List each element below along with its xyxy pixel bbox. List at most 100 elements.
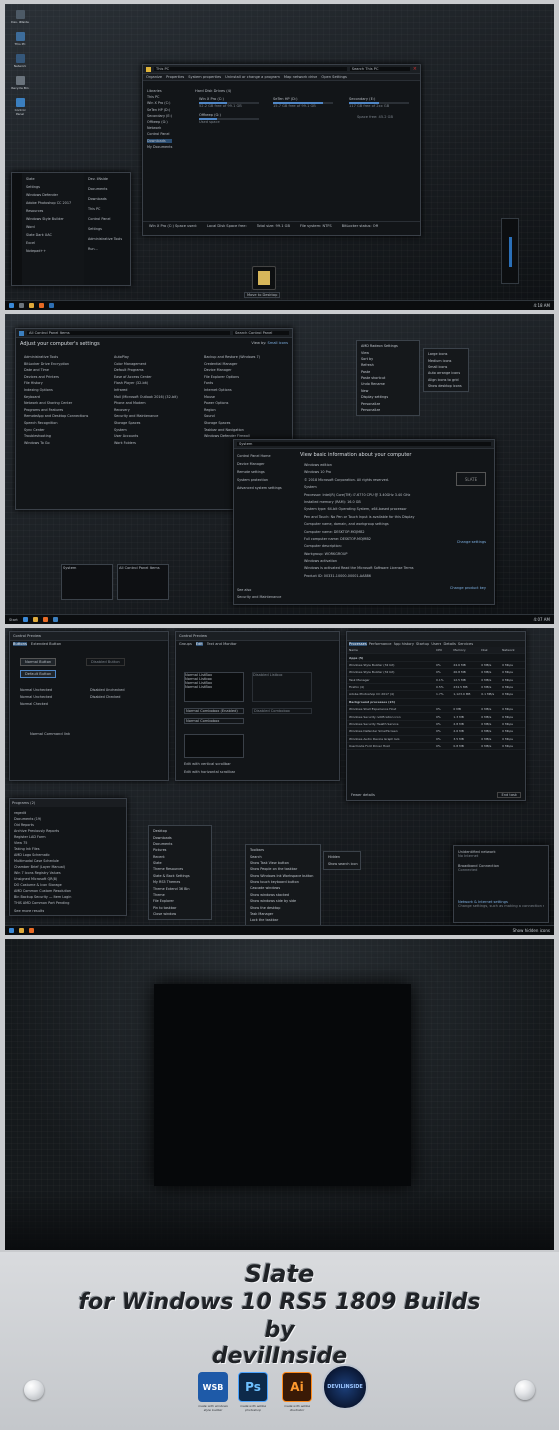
volume-slider[interactable] — [508, 237, 512, 267]
start-place[interactable]: Settings — [88, 227, 126, 231]
start-label[interactable]: Start — [9, 618, 18, 622]
search-result-item[interactable]: Win 7 Icons Registry Values — [14, 871, 71, 875]
tab-text[interactable]: Text and Monitor — [207, 642, 237, 646]
view-submenu-item[interactable]: Show desktop icons — [424, 383, 468, 389]
start-place[interactable]: Administrative Tools — [88, 237, 126, 241]
nav-item[interactable]: Secondary (E:) — [147, 114, 172, 118]
nav-item[interactable]: Control Panel — [147, 132, 172, 136]
tm-tab[interactable]: Startup — [416, 642, 429, 646]
radio[interactable]: Normal Checked — [20, 702, 52, 706]
cp-item[interactable]: RemoteApp and Desktop Connections — [24, 414, 88, 418]
search-result-item[interactable]: Archive Previously Reports — [14, 829, 71, 833]
clock[interactable]: 4:07 AM — [534, 617, 550, 622]
firefox-icon[interactable] — [29, 928, 34, 933]
cp-item[interactable]: Taskbar and Navigation — [204, 428, 260, 432]
tab-buttons[interactable]: Buttons — [13, 642, 27, 646]
cp-item[interactable]: Sound — [204, 414, 260, 418]
cp-item[interactable]: Infrared — [114, 388, 178, 392]
view-by-select[interactable]: Small icons — [268, 341, 288, 345]
cp-item[interactable]: Devices and Printers — [24, 375, 88, 379]
cp-item[interactable]: Color Management — [114, 362, 178, 366]
start-item[interactable]: Windows Style Builder — [26, 217, 80, 221]
sys-nav-item[interactable]: Advanced system settings — [237, 486, 289, 490]
search-result-item[interactable]: Bin Backup Security — Item Login — [14, 895, 71, 899]
firefox-icon[interactable] — [42, 617, 48, 622]
cp-item[interactable]: Backup and Restore (Windows 7) — [204, 355, 260, 359]
cp-item[interactable]: Network and Sharing Center — [24, 401, 88, 405]
nav-item[interactable]: My Documents — [147, 145, 172, 149]
start-place[interactable]: Downloads — [88, 197, 126, 201]
listbox[interactable]: Normal ListBox Normal Listbox Normal Lis… — [184, 672, 244, 702]
desktop-icon-user[interactable]: Dev. ilNside — [11, 10, 29, 24]
control-panel-icon[interactable] — [52, 617, 58, 622]
drag-item-thumbnail[interactable] — [252, 266, 276, 290]
explorer-icon[interactable] — [29, 303, 34, 308]
tm-process-row[interactable]: Firefox (4) 0.5% 234.5 MB 0 MB/s 0 Mbps — [347, 684, 525, 692]
tm-process-row[interactable]: Windows Shell Experience Host 0% 0 MB 0 MB/… — [347, 706, 525, 714]
cp-item[interactable]: Date and Time — [24, 368, 88, 372]
cp-item[interactable]: Security and Maintenance — [114, 414, 178, 418]
search-result-item[interactable]: Chamber Brief (Layer Manual) — [14, 865, 71, 869]
cmd-system-properties[interactable]: System properties — [188, 75, 221, 79]
cp-item[interactable]: Phone and Modem — [114, 401, 178, 405]
start-item[interactable]: Resources — [26, 209, 80, 213]
nav-item[interactable]: Win X Pro (C:) — [147, 101, 172, 105]
tm-process-row[interactable]: Task Manager 0.1% 12.5 MB 0 MB/s 0 Mbps — [347, 677, 525, 684]
tm-process-row[interactable]: Windows Security notification icon 0% 1.3 … — [347, 713, 525, 721]
cp-item[interactable]: Default Programs — [114, 368, 178, 372]
address-bar[interactable]: This PC — [154, 67, 347, 71]
start-icon[interactable] — [9, 303, 14, 308]
change-settings-link[interactable]: Change settings — [457, 540, 486, 544]
desktop-icon-control-panel[interactable]: Control Panel — [11, 98, 29, 116]
cp-item[interactable]: Ease of Access Center — [114, 375, 178, 379]
cp-item[interactable]: Administrative Tools — [24, 355, 88, 359]
thumb-system[interactable]: System — [61, 564, 113, 600]
cmd-map-drive[interactable]: Map network drive — [284, 75, 318, 79]
search-result-item[interactable]: Documents (19) — [14, 817, 71, 821]
fewer-details[interactable]: Fewer details — [351, 793, 375, 797]
tm-tab[interactable]: Processes — [349, 642, 367, 646]
tm-tab[interactable]: Details — [443, 642, 455, 646]
sys-nav-item[interactable]: Control Panel Home — [237, 454, 289, 458]
start-place[interactable]: This PC — [88, 207, 126, 211]
tm-tab[interactable]: Services — [458, 642, 473, 646]
cmd-open-settings[interactable]: Open Settings — [321, 75, 346, 79]
start-item[interactable]: Word — [26, 225, 80, 229]
start-item[interactable]: Settings — [26, 185, 80, 189]
nav-item[interactable]: This PC — [147, 95, 172, 99]
start-place[interactable]: Dev. ilNside — [88, 177, 126, 181]
cp-item[interactable]: Flash Player (32-bit) — [114, 381, 178, 385]
search-result-item[interactable]: Taking Ink Files — [14, 847, 71, 851]
tm-tab[interactable]: App history — [394, 642, 415, 646]
cp-item[interactable]: Keyboard — [24, 395, 88, 399]
jump-list-item[interactable]: Close window — [149, 911, 211, 917]
cp-item[interactable]: Power Options — [204, 401, 260, 405]
tm-col-header[interactable]: CPU — [436, 648, 453, 652]
show-hidden-icons[interactable]: Show hidden icons — [513, 928, 550, 933]
tm-process-row[interactable]: Windows Style Builder (32 bit) 0% 26.8 MB 0… — [347, 669, 525, 677]
firefox-icon[interactable] — [39, 303, 44, 308]
explorer-icon[interactable] — [19, 928, 24, 933]
search-result-item[interactable]: AMD Common Custom Resolution — [14, 889, 71, 893]
multiline-edit[interactable] — [184, 734, 244, 758]
search-result-item[interactable]: Register LAD Form — [14, 835, 71, 839]
nav-item[interactable]: SeTen HP (D:) — [147, 108, 172, 112]
cp-item[interactable]: Programs and Features — [24, 408, 88, 412]
change-key-link[interactable]: Change product key — [450, 586, 486, 590]
radio[interactable]: Normal Unchecked — [20, 695, 52, 699]
drive-g[interactable]: Offkeep (G:) Used space — [199, 113, 259, 124]
nav-item-selected[interactable]: Downloads — [147, 138, 173, 143]
cp-item[interactable]: Storage Spaces — [204, 421, 260, 425]
cp-address[interactable]: All Control Panel Items — [27, 331, 230, 335]
cp-item[interactable]: Windows To Go — [24, 441, 88, 445]
tab-groups[interactable]: Groups — [179, 642, 192, 646]
search-result-item[interactable]: View 75 — [14, 841, 71, 845]
cp-item[interactable]: Recovery — [114, 408, 178, 412]
cp-item[interactable]: File Explorer Options — [204, 375, 260, 379]
tm-process-row[interactable]: Windows Security Health Service 0% 2.8 MB 0… — [347, 721, 525, 729]
tm-process-row[interactable]: Windows Defender SmartScreen 0% 2.6 MB 0 MB… — [347, 728, 525, 736]
nav-item[interactable]: Offkeep (G:) — [147, 120, 172, 124]
start-icon[interactable] — [22, 617, 28, 622]
tm-process-row[interactable]: Usermode Font Driver Host 0% 0.8 MB 0 MB/s 0… — [347, 743, 525, 751]
cp-search[interactable]: Search Control Panel — [233, 331, 289, 335]
